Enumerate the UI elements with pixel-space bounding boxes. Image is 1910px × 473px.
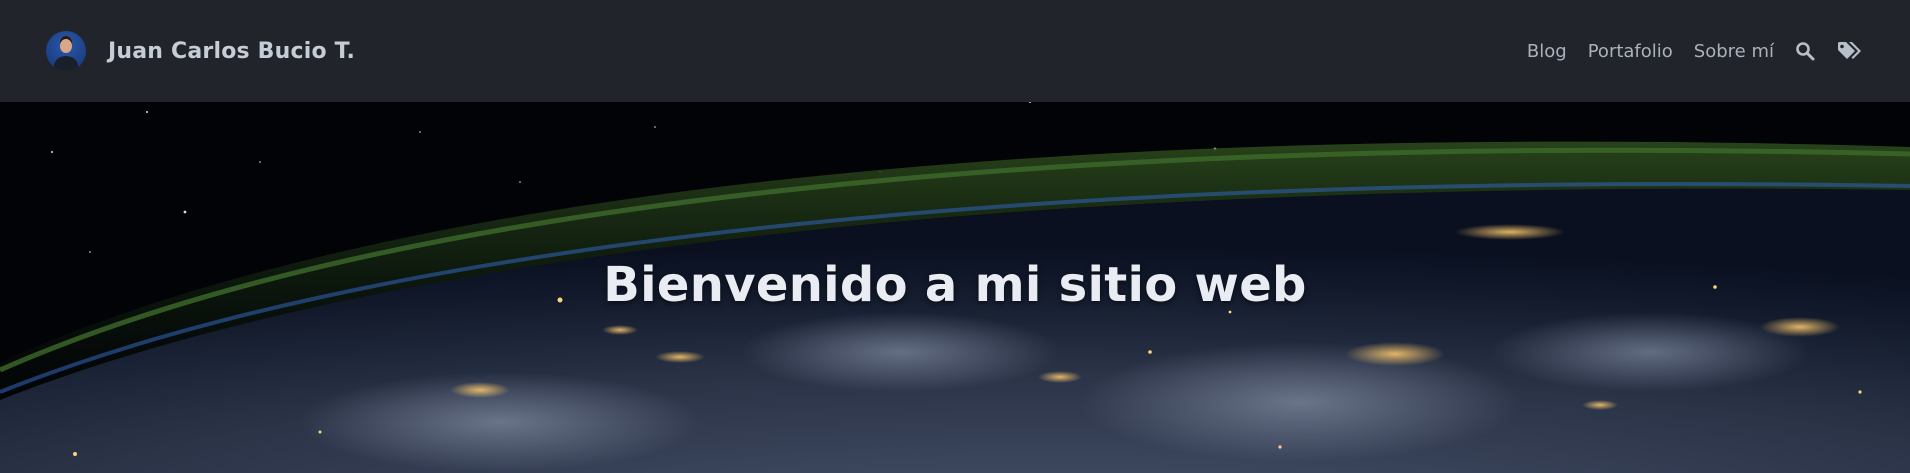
nav-link-blog[interactable]: Blog	[1527, 41, 1567, 62]
nav-menu: Blog Portafolio Sobre mí	[1527, 40, 1864, 62]
navbar: Juan Carlos Bucio T. Blog Portafolio Sob…	[0, 0, 1910, 102]
hero-banner: Bienvenido a mi sitio web	[0, 102, 1910, 473]
search-icon[interactable]	[1795, 41, 1815, 61]
nav-link-portafolio[interactable]: Portafolio	[1588, 41, 1673, 62]
brand-link[interactable]: Juan Carlos Bucio T.	[46, 31, 355, 71]
avatar	[46, 31, 86, 71]
nav-link-sobre-mi[interactable]: Sobre mí	[1694, 41, 1774, 62]
brand-name: Juan Carlos Bucio T.	[108, 38, 356, 64]
tags-icon[interactable]	[1836, 40, 1864, 62]
hero-title: Bienvenido a mi sitio web	[603, 257, 1307, 313]
